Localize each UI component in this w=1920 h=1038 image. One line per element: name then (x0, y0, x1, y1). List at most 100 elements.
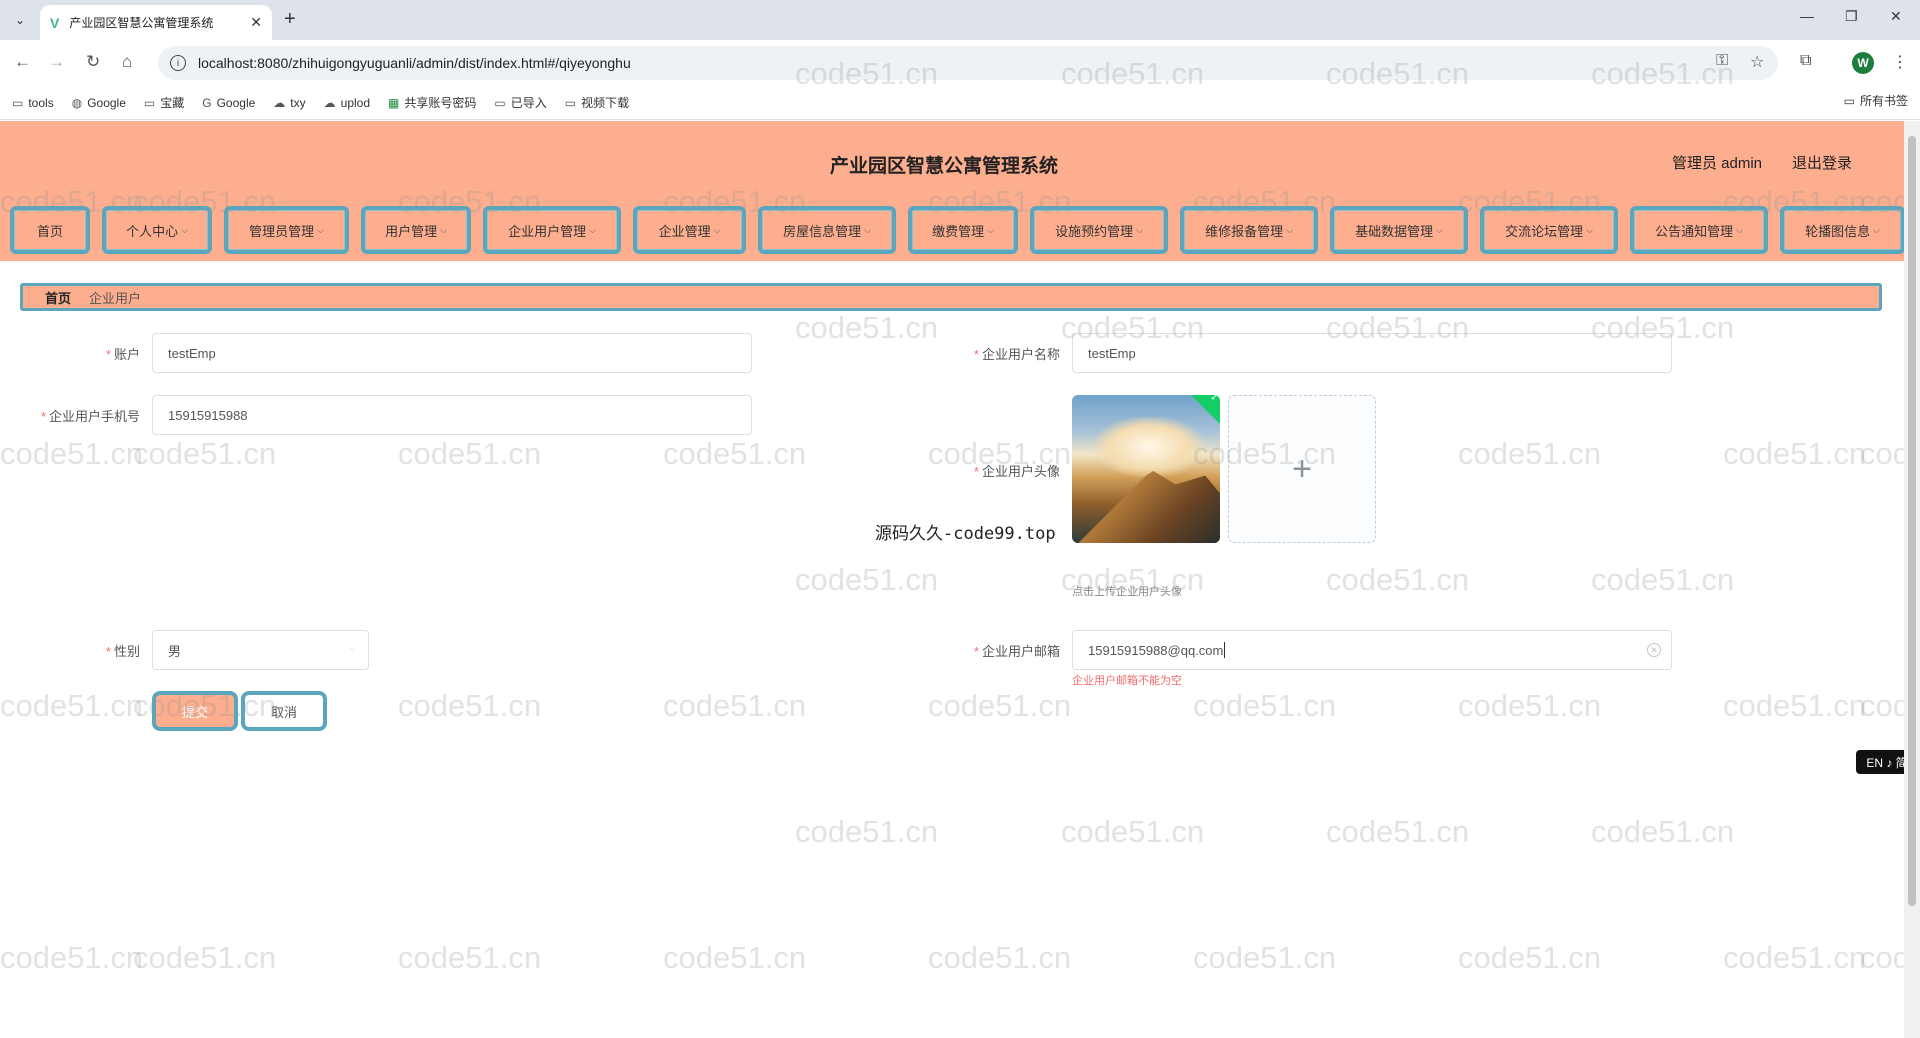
menu-item-enterprise-management[interactable]: 企业管理 ⌵ (633, 206, 746, 254)
gender-select[interactable]: 男 ⌵ (152, 630, 369, 670)
bookmark-video-download[interactable]: ▭ 视频下载 (565, 94, 629, 111)
upload-cloud-icon: ☁ (323, 95, 336, 110)
menu-item-user-management[interactable]: 用户管理 ⌵ (361, 206, 471, 254)
bookmarks-bar: ▭ tools ◍ Google ▭ 宝藏 G Google ☁ txy ☁ uplod ▦… (0, 86, 1920, 120)
avatar-thumbnail[interactable]: ✓ (1072, 395, 1220, 543)
folder-icon: ▭ (494, 95, 506, 110)
menu-item-basic-data-management[interactable]: 基础数据管理 ⌵ (1330, 206, 1468, 254)
tab-search-icon[interactable]: ⌄ (8, 8, 32, 32)
new-tab-icon[interactable]: + (284, 8, 296, 31)
bookmark-tools[interactable]: ▭ tools (12, 96, 54, 110)
breadcrumb-current: 企业用户 (89, 290, 142, 306)
logout-link[interactable]: 退出登录 (1792, 152, 1852, 173)
reload-icon[interactable]: ↻ (86, 52, 100, 72)
bookmark-google-2[interactable]: G Google (202, 96, 255, 110)
password-key-icon[interactable]: ⚿ (1716, 52, 1728, 70)
minimize-icon[interactable]: — (1800, 8, 1814, 24)
enterprise-user-name-label: * 企业用户名称 (973, 347, 1060, 362)
breadcrumb: 首页 企业用户 (20, 283, 1882, 311)
phone-field[interactable]: 15915915988 (152, 395, 752, 435)
forward-icon[interactable]: → (48, 52, 65, 72)
app-header: 产业园区智慧公寓管理系统 管理员 admin 退出登录 首页 个人中心 ⌵ 管理员… (0, 121, 1904, 261)
menu-item-repair-report-management[interactable]: 维修报备管理 ⌵ (1180, 206, 1318, 254)
back-icon[interactable]: ← (14, 52, 31, 72)
text-cursor (1224, 642, 1226, 658)
menu-item-forum-management[interactable]: 交流论坛管理 ⌵ (1480, 206, 1618, 254)
menu-item-notice-management[interactable]: 公告通知管理 ⌵ (1630, 206, 1768, 254)
vue-favicon-icon: V (50, 14, 60, 31)
chevron-down-icon: ⌵ (348, 643, 356, 654)
window-close-icon[interactable]: ✕ (1890, 8, 1902, 25)
all-bookmarks[interactable]: ▭ 所有书签 (1844, 92, 1908, 109)
chevron-down-icon: ⌵ (1873, 224, 1880, 235)
menu-item-enterprise-user-management[interactable]: 企业用户管理 ⌵ (483, 206, 621, 254)
account-label: * 账户 (105, 347, 140, 362)
cloud-icon: ☁ (273, 95, 286, 110)
chevron-down-icon: ⌵ (317, 224, 324, 235)
email-error-message: 企业用户邮箱不能为空 (1072, 675, 1182, 687)
avatar-upload-button[interactable]: + (1228, 395, 1376, 543)
chevron-down-icon: ⌵ (1436, 224, 1443, 235)
folder-icon: ▭ (12, 95, 24, 110)
google-icon: G (202, 95, 212, 110)
enterprise-user-name-field[interactable]: testEmp (1072, 333, 1672, 373)
browser-tab[interactable]: V 产业园区智慧公寓管理系统 ✕ (40, 5, 272, 40)
clear-icon[interactable]: ✕ (1647, 643, 1661, 657)
chevron-down-icon: ⌵ (987, 224, 994, 235)
chevron-down-icon: ⌵ (713, 224, 721, 235)
restore-icon[interactable]: ❐ (1845, 8, 1858, 25)
gender-label: * 性别 (105, 644, 140, 659)
email-label: * 企业用户邮箱 (973, 644, 1060, 659)
tab-close-icon[interactable]: ✕ (250, 14, 262, 31)
breadcrumb-home[interactable]: 首页 (45, 288, 71, 307)
menu-item-facility-booking-management[interactable]: 设施预约管理 ⌵ (1030, 206, 1168, 254)
chevron-down-icon: ⌵ (589, 224, 596, 235)
menu-item-admin-management[interactable]: 管理员管理 ⌵ (224, 206, 349, 254)
menu-item-payment-management[interactable]: 缴费管理 ⌵ (908, 206, 1018, 254)
home-icon[interactable]: ⌂ (122, 52, 132, 72)
email-field[interactable]: 15915915988@qq.com ✕ (1072, 630, 1672, 670)
folder-icon: ▭ (143, 95, 156, 110)
bookmark-shared-accounts[interactable]: ▦ 共享账号密码 (388, 94, 476, 111)
globe-icon: ◍ (71, 95, 83, 110)
sheet-icon: ▦ (388, 95, 400, 110)
browser-menu-icon[interactable]: ⋮ (1892, 52, 1908, 72)
folder-icon: ▭ (564, 95, 577, 110)
chevron-down-icon: ⌵ (181, 224, 188, 235)
cancel-button[interactable]: 取消 (241, 691, 327, 731)
url-text: localhost:8080/zhihuigongyuguanli/admin/… (198, 55, 631, 71)
extensions-icon[interactable]: ⧉ (1800, 52, 1811, 70)
chevron-down-icon: ⌵ (440, 224, 447, 235)
bookmark-google[interactable]: ◍ Google (72, 96, 126, 110)
url-field[interactable]: i localhost:8080/zhihuigongyuguanli/admi… (158, 46, 1778, 80)
avatar-upload-tip: 点击上传企业用户头像 (1072, 586, 1182, 598)
chevron-down-icon: ⌵ (1736, 224, 1743, 235)
site-info-icon[interactable]: i (170, 55, 186, 71)
system-title: 产业园区智慧公寓管理系统 (830, 156, 1059, 177)
account-field[interactable]: testEmp (152, 333, 752, 373)
avatar-label: * 企业用户头像 (973, 464, 1060, 479)
bookmark-baozang[interactable]: ▭ 宝藏 (144, 94, 184, 111)
folder-icon: ▭ (1843, 93, 1855, 108)
phone-label: * 企业用户手机号 (40, 409, 140, 424)
main-menu: 首页 个人中心 ⌵ 管理员管理 ⌵ 用户管理 ⌵ 企业用户管理 ⌵ 企业管理 ⌵ 房屋信息… (10, 206, 1904, 254)
bookmark-uplod[interactable]: ☁ uplod (324, 96, 370, 110)
profile-avatar[interactable]: W (1852, 52, 1874, 74)
menu-item-home[interactable]: 首页 (10, 206, 90, 254)
page-scrollbar-thumb[interactable] (1908, 136, 1916, 906)
bookmark-txy[interactable]: ☁ txy (273, 96, 305, 110)
chevron-down-icon: ⌵ (864, 224, 871, 235)
chevron-down-icon: ⌵ (1286, 224, 1293, 235)
submit-button[interactable]: 提交 (152, 691, 238, 731)
chevron-down-icon: ⌵ (1136, 224, 1143, 235)
menu-item-carousel-info[interactable]: 轮播图信息 ⌵ (1780, 206, 1904, 254)
source-watermark-note: 源码久久-code99.top (875, 524, 1056, 544)
tab-title: 产业园区智慧公寓管理系统 (69, 16, 214, 30)
chevron-down-icon: ⌵ (1586, 224, 1593, 235)
bookmark-imported[interactable]: ▭ 已导入 (494, 94, 546, 111)
menu-item-house-info-management[interactable]: 房屋信息管理 ⌵ (758, 206, 896, 254)
current-user: 管理员 admin (1672, 155, 1763, 172)
menu-item-personal-center[interactable]: 个人中心 ⌵ (102, 206, 212, 254)
bookmark-star-icon[interactable]: ☆ (1750, 52, 1764, 72)
plus-icon: + (1292, 449, 1312, 488)
